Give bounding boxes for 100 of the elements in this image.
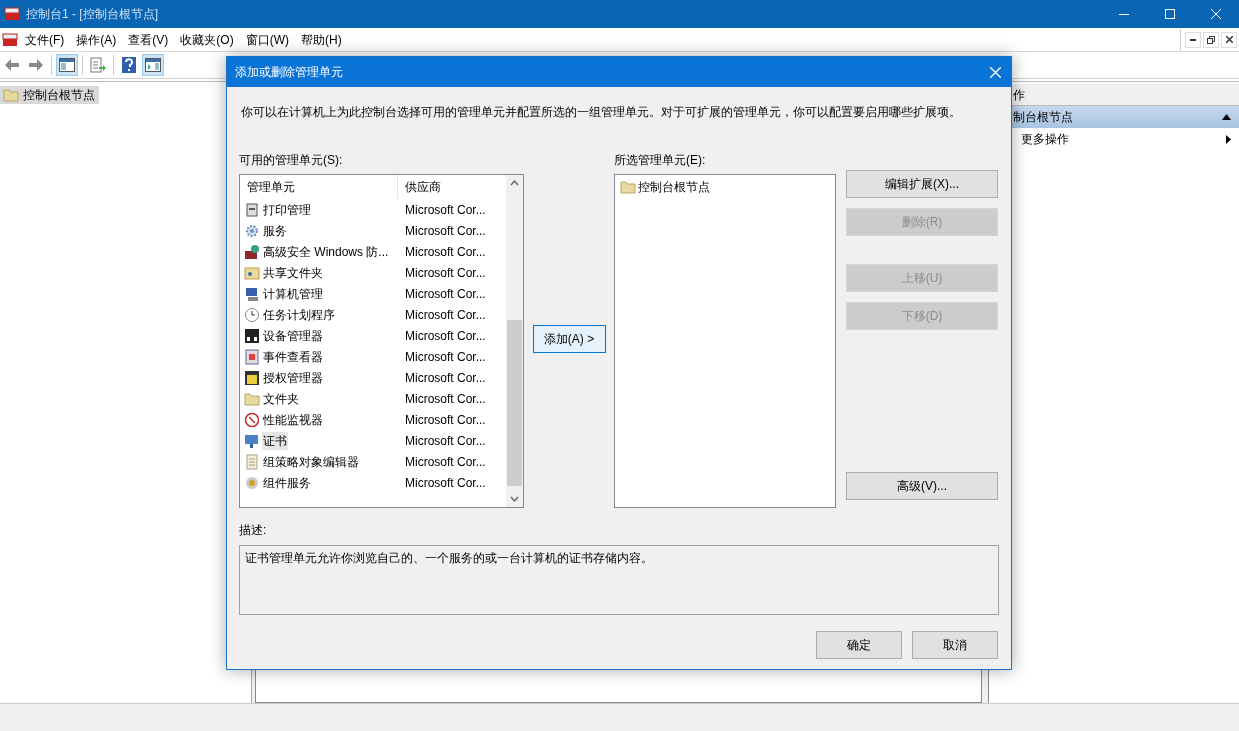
close-icon	[1225, 36, 1233, 43]
forward-arrow-icon	[28, 58, 44, 72]
dialog-button[interactable]: 添加(A) >	[532, 324, 606, 353]
tree-item[interactable]: 控制台根节点	[0, 86, 99, 104]
snap-in-icon	[244, 348, 260, 365]
menu-item[interactable]: 帮助(H)	[295, 30, 348, 49]
collapse-triangle-icon	[1222, 114, 1231, 120]
selected-item[interactable]: 控制台根节点	[620, 178, 835, 196]
snap-in-name: 事件查看器	[262, 348, 324, 366]
snap-in-row[interactable]: 计算机管理 Microsoft Cor...	[240, 283, 506, 304]
dialog-button[interactable]: 高级(V)...	[846, 472, 998, 500]
snap-in-icon	[244, 201, 260, 218]
snap-in-name: 高级安全 Windows 防...	[262, 243, 390, 261]
vendor-text: Microsoft Cor...	[404, 348, 486, 366]
dialog-button[interactable]: 取消	[912, 631, 998, 659]
menu-item[interactable]: 文件(F)	[19, 30, 71, 49]
vendor-text: Microsoft Cor...	[404, 411, 486, 429]
snap-in-icon	[244, 243, 260, 260]
action-item[interactable]: 更多操作	[989, 128, 1239, 150]
submenu-arrow-icon	[1226, 134, 1231, 144]
snap-in-name: 共享文件夹	[262, 264, 324, 282]
snap-in-name: 计算机管理	[262, 285, 324, 303]
minimize-icon	[1190, 38, 1196, 41]
intro-text: 你可以在计算机上为此控制台选择可用的管理单元并配置所选的一组管理单元。对于可扩展的管理单元，你可以配置要启用哪些扩展项。	[241, 104, 962, 121]
vendor-text: Microsoft Cor...	[404, 453, 486, 471]
menu-item[interactable]: 收藏夹(O)	[174, 30, 240, 49]
menu-item[interactable]: 操作(A)	[70, 30, 123, 49]
folder-icon	[620, 180, 636, 194]
snap-in-icon	[244, 369, 260, 386]
snap-in-icon	[244, 306, 260, 323]
snap-in-icon	[244, 453, 260, 470]
snap-in-icon	[244, 432, 260, 449]
panel-icon	[145, 58, 161, 72]
snap-in-row[interactable]: 任务计划程序 Microsoft Cor...	[240, 304, 506, 325]
vendor-text: Microsoft Cor...	[404, 222, 486, 240]
snap-in-row[interactable]: 证书 Microsoft Cor...	[240, 430, 506, 451]
vendor-text: Microsoft Cor...	[404, 327, 486, 345]
snap-in-row[interactable]: 文件夹 Microsoft Cor...	[240, 388, 506, 409]
column-header[interactable]: 管理单元	[240, 175, 398, 199]
child-restore-button[interactable]	[1203, 31, 1219, 48]
app-icon	[4, 6, 20, 22]
snap-in-name: 组策略对象编辑器	[262, 453, 360, 471]
snap-in-row[interactable]: 事件查看器 Microsoft Cor...	[240, 346, 506, 367]
menu-item[interactable]: 窗口(W)	[239, 30, 295, 49]
toolbar-button[interactable]	[56, 54, 78, 76]
window-title: 控制台1 - [控制台根节点]	[26, 6, 158, 23]
snap-in-icon	[244, 264, 260, 281]
folder-icon	[3, 88, 19, 102]
snap-in-name: 打印管理	[262, 201, 312, 219]
toolbar-button[interactable]	[142, 54, 164, 76]
column-header[interactable]: 供应商	[398, 175, 506, 199]
vendor-text: Microsoft Cor...	[404, 243, 486, 261]
minimize-icon	[1119, 13, 1129, 15]
snap-in-name: 组件服务	[262, 474, 312, 492]
description-text: 证书管理单元允许你浏览自己的、一个服务的或一台计算机的证书存储内容。	[245, 551, 653, 565]
snap-in-row[interactable]: 服务 Microsoft Cor...	[240, 220, 506, 241]
vendor-text: Microsoft Cor...	[404, 432, 486, 450]
maximize-icon	[1165, 9, 1175, 19]
snap-in-row[interactable]: 共享文件夹 Microsoft Cor...	[240, 262, 506, 283]
snap-in-row[interactable]: 组件服务 Microsoft Cor...	[240, 472, 506, 493]
snap-in-name: 授权管理器	[262, 369, 324, 387]
snap-in-row[interactable]: 打印管理 Microsoft Cor...	[240, 199, 506, 220]
scrollbar[interactable]	[506, 175, 523, 507]
snap-in-icon	[244, 327, 260, 344]
child-minimize-button[interactable]	[1185, 31, 1201, 48]
snap-in-row[interactable]: 性能监视器 Microsoft Cor...	[240, 409, 506, 430]
snap-in-name: 证书	[262, 431, 288, 450]
snap-in-name: 设备管理器	[262, 327, 324, 345]
dialog-button[interactable]: 确定	[816, 631, 902, 659]
console-icon	[2, 31, 18, 48]
snap-in-icon	[244, 474, 260, 491]
snap-in-name: 性能监视器	[262, 411, 324, 429]
close-icon	[989, 66, 1001, 78]
vendor-text: Microsoft Cor...	[404, 390, 486, 408]
menu-item[interactable]: 查看(V)	[122, 30, 175, 49]
child-close-button[interactable]	[1221, 31, 1237, 48]
snap-in-name: 任务计划程序	[262, 306, 336, 324]
vendor-text: Microsoft Cor...	[404, 474, 486, 492]
snap-in-row[interactable]: 组策略对象编辑器 Microsoft Cor...	[240, 451, 506, 472]
dialog-button[interactable]: 编辑扩展(X)...	[846, 170, 998, 198]
snap-in-row[interactable]: 设备管理器 Microsoft Cor...	[240, 325, 506, 346]
vendor-text: Microsoft Cor...	[404, 306, 486, 324]
snap-in-icon	[244, 222, 260, 239]
snap-in-icon	[244, 285, 260, 302]
snap-in-name: 服务	[262, 222, 288, 240]
description-label: 描述:	[239, 522, 268, 539]
vendor-text: Microsoft Cor...	[404, 369, 486, 387]
vendor-text: Microsoft Cor...	[404, 264, 486, 282]
snap-in-name: 文件夹	[262, 390, 300, 408]
close-icon	[1211, 9, 1221, 19]
snap-in-icon	[244, 411, 260, 428]
restore-icon	[1207, 35, 1215, 44]
available-label: 可用的管理单元(S):	[239, 152, 344, 169]
vendor-text: Microsoft Cor...	[404, 201, 486, 219]
snap-in-row[interactable]: 高级安全 Windows 防... Microsoft Cor...	[240, 241, 506, 262]
scroll-thumb[interactable]	[507, 320, 522, 486]
back-arrow-icon	[4, 58, 20, 72]
snap-in-row[interactable]: 授权管理器 Microsoft Cor...	[240, 367, 506, 388]
panel-icon	[59, 58, 75, 72]
selected-label: 所选管理单元(E):	[614, 152, 707, 169]
